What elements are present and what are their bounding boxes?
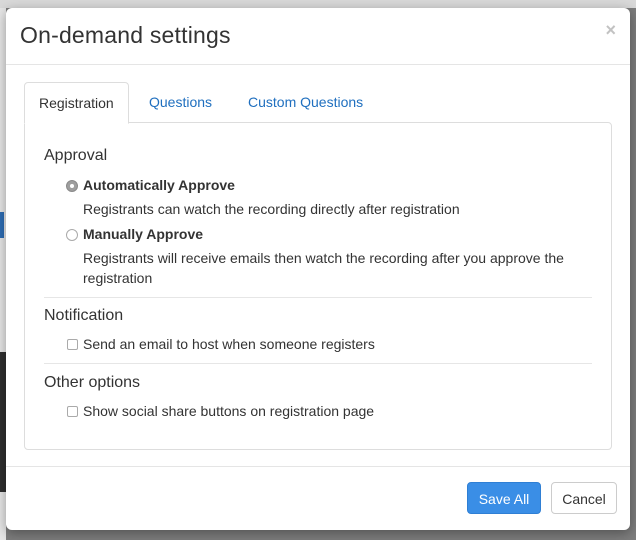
dialog-title: On-demand settings: [20, 22, 231, 48]
section-divider: [44, 363, 592, 364]
automatically-approve-radio[interactable]: [66, 180, 78, 192]
manually-approve-label[interactable]: Manually Approve: [83, 226, 203, 242]
tab-registration[interactable]: Registration: [24, 82, 129, 124]
social-share-checkbox[interactable]: [67, 406, 78, 417]
on-demand-settings-dialog: On-demand settings × Registration Questi…: [6, 8, 630, 530]
manually-approve-description-line1: Registrants will receive emails then wat…: [83, 250, 564, 266]
automatically-approve-label[interactable]: Automatically Approve: [83, 177, 235, 193]
dialog-footer: Save All Cancel: [6, 466, 630, 530]
host-email-checkbox[interactable]: [67, 339, 78, 350]
manually-approve-description-line2: registration: [83, 270, 153, 286]
section-divider: [44, 297, 592, 298]
background-page-top: [0, 0, 636, 8]
automatically-approve-description: Registrants can watch the recording dire…: [83, 201, 460, 217]
background-page-accent: [0, 212, 4, 238]
host-email-label[interactable]: Send an email to host when someone regis…: [83, 336, 375, 352]
settings-tabs: Registration Questions Custom Questions: [24, 82, 612, 124]
cancel-button[interactable]: Cancel: [551, 482, 617, 514]
dialog-header: On-demand settings ×: [6, 8, 630, 65]
registration-panel: Approval Automatically Approve Registran…: [24, 122, 612, 450]
other-options-heading: Other options: [44, 374, 141, 391]
close-icon[interactable]: ×: [605, 20, 616, 41]
notification-heading: Notification: [44, 307, 124, 324]
social-share-label[interactable]: Show social share buttons on registratio…: [83, 403, 374, 419]
manually-approve-radio[interactable]: [66, 229, 78, 241]
approval-heading: Approval: [44, 147, 108, 164]
tab-custom-questions[interactable]: Custom Questions: [234, 82, 377, 122]
save-all-button[interactable]: Save All: [467, 482, 541, 514]
tab-questions[interactable]: Questions: [135, 82, 226, 122]
